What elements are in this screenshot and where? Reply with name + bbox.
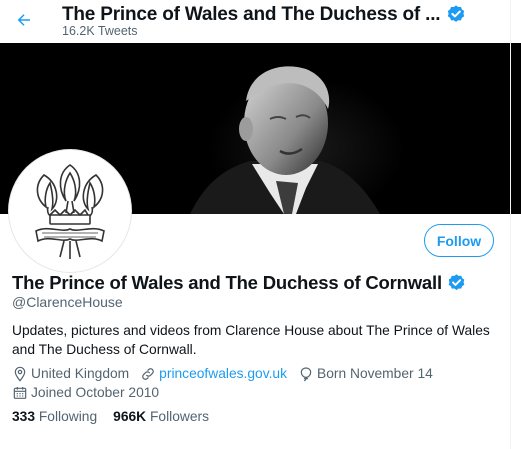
following-label: Following: [38, 409, 98, 424]
website-item[interactable]: princeofwales.gov.uk: [140, 366, 287, 382]
website-link[interactable]: princeofwales.gov.uk: [159, 366, 287, 381]
column-divider: [510, 0, 511, 449]
top-bar: The Prince of Wales and The Duchess of .…: [0, 0, 521, 46]
profile-bio: Updates, pictures and videos from Claren…: [12, 323, 490, 357]
header-title-row: The Prince of Wales and The Duchess of .…: [62, 4, 467, 26]
profile-handle: @ClarenceHouse: [12, 294, 123, 310]
prince-of-wales-feathers-icon: [35, 164, 105, 259]
verified-badge-icon: [448, 5, 465, 22]
arrow-left-icon: [17, 14, 30, 26]
profile-name: The Prince of Wales and The Duchess of C…: [12, 272, 442, 293]
followers-count: 966K: [113, 409, 147, 424]
following-count: 333: [12, 409, 36, 424]
follow-button[interactable]: Follow: [424, 224, 494, 257]
link-icon: [142, 367, 155, 380]
tweet-count: 16.2K Tweets: [62, 24, 138, 38]
followers-label: Followers: [149, 409, 210, 424]
profile-avatar[interactable]: [9, 150, 131, 272]
profile-meta: United Kingdom princeofwales.gov.uk Born…: [12, 364, 512, 402]
following-stat[interactable]: 333 Following: [12, 409, 97, 424]
back-button[interactable]: [10, 6, 38, 34]
header-title: The Prince of Wales and The Duchess of .…: [62, 4, 441, 25]
follow-stats: 333 Following 966K Followers: [12, 409, 225, 424]
calendar-icon: [13, 386, 27, 399]
location-item: United Kingdom: [12, 366, 129, 382]
balloon-icon: [300, 366, 312, 381]
profile-name-row: The Prince of Wales and The Duchess of C…: [12, 272, 467, 294]
birthday-text: Born November 14: [317, 366, 433, 381]
location-text: United Kingdom: [31, 366, 130, 381]
location-pin-icon: [14, 366, 26, 382]
joined-text: Joined October 2010: [31, 385, 160, 400]
birthday-item: Born November 14: [298, 366, 433, 382]
followers-stat[interactable]: 966K Followers: [113, 409, 209, 424]
joined-item: Joined October 2010: [12, 385, 159, 401]
verified-badge-icon: [448, 273, 465, 290]
